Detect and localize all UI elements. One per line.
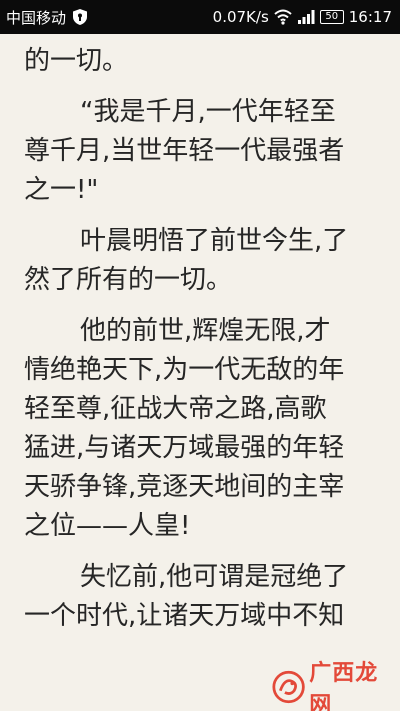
text-line: 猛进,与诸天万域最强的年轻 [24,433,345,463]
paragraph: 他的前世,辉煌无限,才 情绝艳天下,为一代无敌的年 轻至尊,征战大帝之路,高歌 … [24,312,380,546]
paragraph: 失忆前,他可谓是冠绝了 一个时代,让诸天万域中不知 [24,558,380,636]
text-line: 叶晨明悟了前世今生,了 [80,226,349,256]
wifi-icon [274,9,292,25]
text-line: 尊千月,当世年轻一代最强者 [24,136,345,166]
reader-text: 降逐池,片刻后才明白了所有 的一切。 “我是千月,一代年轻至 尊千月,当世年轻一… [24,34,380,648]
text-line: 然了所有的一切。 [24,265,233,295]
network-speed: 0.07K/s [212,8,269,26]
watermark-logo: 广西龙网 [272,661,394,711]
text-line: “我是千月,一代年轻至 [80,97,336,127]
reader-page[interactable]: 降逐池,片刻后才明白了所有 的一切。 “我是千月,一代年轻至 尊千月,当世年轻一… [0,34,400,711]
dragon-logo-icon [272,670,305,704]
shield-icon [73,9,88,25]
text-line: 降逐池,片刻后才明白了所有 [24,34,380,42]
text-line: 失忆前,他可谓是冠绝了 [80,562,349,592]
battery-icon: 50 [319,10,344,24]
text-line: 情绝艳天下,为一代无敌的年 [24,355,345,385]
clock: 16:17 [348,8,392,26]
text-line: 他的前世,辉煌无限,才 [80,316,331,346]
paragraph: 降逐池,片刻后才明白了所有 的一切。 [24,34,380,81]
carrier-name: 中国移动 [6,8,67,27]
paragraph: “我是千月,一代年轻至 尊千月,当世年轻一代最强者 之一!" [24,93,380,210]
text-line: 之一!" [24,175,99,205]
text-line: 天骄争锋,竞逐天地间的主宰 [24,472,345,502]
text-line: 一个时代,让诸天万域中不知 [24,601,345,631]
signal-icon [297,10,315,24]
text-line: 之位——人皇! [24,511,191,541]
status-bar: 中国移动 0.07K/s 50 16:17 [0,0,400,34]
text-line: 轻至尊,征战大帝之路,高歌 [24,394,327,424]
paragraph: 叶晨明悟了前世今生,了 然了所有的一切。 [24,222,380,300]
text-line: 的一切。 [24,46,129,76]
watermark-text: 广西龙网 [309,661,379,711]
